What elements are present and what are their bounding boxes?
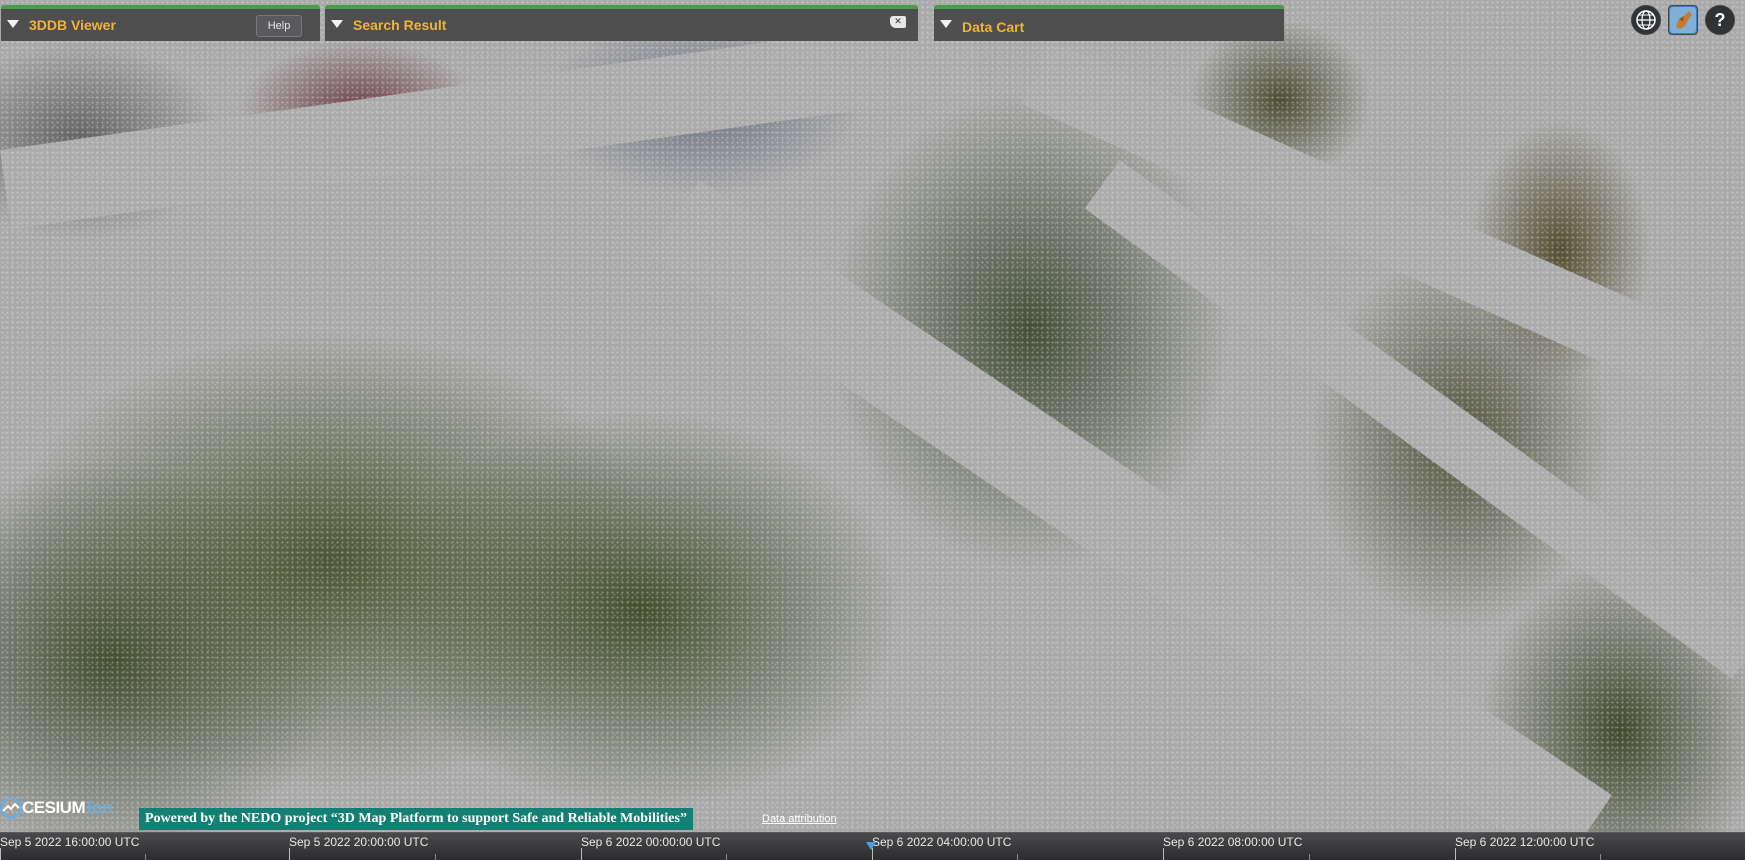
- timeline-minor-tick: [435, 854, 436, 860]
- base-layer-picker-icon: [1670, 7, 1696, 33]
- cesium-logo-suffix: ion: [87, 798, 113, 817]
- clear-icon[interactable]: ✕: [890, 16, 906, 28]
- timeline-label: Sep 5 2022 20:00:00 UTC: [289, 835, 429, 849]
- cesium-logo-word: CESIUM: [22, 798, 86, 817]
- collapse-triangle-icon[interactable]: [7, 20, 19, 28]
- search-result-title: Search Result: [353, 17, 447, 33]
- collapse-triangle-icon[interactable]: [331, 20, 343, 28]
- timeline-label: Sep 6 2022 04:00:00 UTC: [872, 835, 1012, 849]
- timeline-minor-tick: [1600, 854, 1601, 860]
- data-attribution-link[interactable]: Data attribution: [762, 813, 837, 825]
- help-icon: ?: [1714, 9, 1726, 30]
- point-cloud-speckle: [0, 0, 1745, 860]
- timeline-major-tick: [581, 848, 582, 860]
- help-button[interactable]: Help: [256, 15, 302, 37]
- cesium-logo-icon: [0, 797, 22, 819]
- timeline-major-tick: [1163, 848, 1164, 860]
- timeline-major-tick: [0, 848, 1, 860]
- timeline-label: Sep 6 2022 00:00:00 UTC: [581, 835, 721, 849]
- map-viewer[interactable]: 3DDB Viewer Help Search Result ✕ Data Ca…: [0, 0, 1745, 860]
- timeline[interactable]: Sep 5 2022 16:00:00 UTC Sep 5 2022 20:00…: [0, 832, 1745, 860]
- globe-icon: [1636, 10, 1656, 30]
- base-layer-picker-button[interactable]: [1668, 5, 1698, 35]
- globe-button[interactable]: [1631, 5, 1661, 35]
- timeline-current-time-needle[interactable]: [866, 842, 876, 850]
- viewer-panel-title: 3DDB Viewer: [29, 17, 116, 33]
- timeline-minor-tick: [1017, 854, 1018, 860]
- timeline-label: Sep 5 2022 16:00:00 UTC: [0, 835, 140, 849]
- timeline-minor-tick: [145, 854, 146, 860]
- timeline-label: Sep 6 2022 08:00:00 UTC: [1163, 835, 1303, 849]
- search-result-panel[interactable]: Search Result ✕: [325, 5, 918, 41]
- timeline-minor-tick: [726, 854, 727, 860]
- timeline-major-tick: [289, 848, 290, 860]
- data-cart-panel[interactable]: Data Cart: [934, 5, 1284, 41]
- collapse-triangle-icon[interactable]: [940, 20, 952, 28]
- cesium-ion-logo[interactable]: CESIUM ion: [0, 797, 113, 819]
- navigation-help-button[interactable]: ?: [1705, 5, 1735, 35]
- nedo-credit-banner[interactable]: Powered by the NEDO project “3D Map Plat…: [139, 808, 693, 830]
- viewer-panel[interactable]: 3DDB Viewer Help: [1, 5, 320, 41]
- timeline-major-tick: [1455, 848, 1456, 860]
- timeline-label: Sep 6 2022 12:00:00 UTC: [1455, 835, 1595, 849]
- data-cart-title: Data Cart: [962, 19, 1025, 35]
- timeline-minor-tick: [1309, 854, 1310, 860]
